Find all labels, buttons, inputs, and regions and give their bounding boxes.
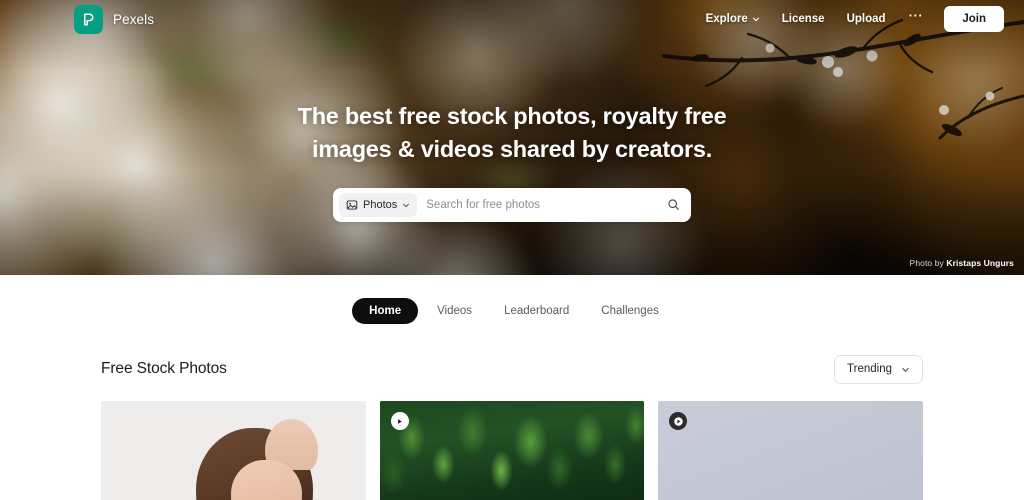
photo-credit-prefix: Photo by bbox=[909, 258, 947, 268]
photo-credit[interactable]: Photo by Kristaps Ungurs bbox=[910, 258, 1014, 268]
play-icon[interactable] bbox=[669, 412, 688, 430]
thumbnail-image bbox=[101, 401, 366, 500]
tab-home[interactable]: Home bbox=[352, 298, 419, 324]
pexels-logo-icon bbox=[74, 4, 103, 34]
tab-videos[interactable]: Videos bbox=[424, 298, 485, 324]
hero-title-line-2: images & videos shared by creators. bbox=[311, 136, 713, 163]
section-header: Free Stock Photos Trending bbox=[0, 347, 1024, 391]
tab-leaderboard[interactable]: Leaderboard bbox=[491, 298, 582, 324]
sort-select-label: Trending bbox=[847, 363, 892, 375]
play-icon[interactable] bbox=[390, 412, 409, 430]
photo-credit-author: Kristaps Ungurs bbox=[946, 258, 1014, 268]
hero-banner: Pexels Explore License Upload ··· Join T… bbox=[0, 0, 1024, 275]
site-header: Pexels Explore License Upload ··· Join bbox=[0, 0, 1024, 38]
sort-select[interactable]: Trending bbox=[834, 354, 923, 384]
nav-item-label: Upload bbox=[846, 13, 886, 25]
search-bar: Photos bbox=[333, 187, 691, 222]
ellipsis-icon[interactable]: ··· bbox=[897, 9, 936, 29]
thumbnail-image bbox=[379, 401, 645, 500]
hero-title-line-1: The best free stock photos, royalty free bbox=[297, 103, 727, 129]
nav-item-upload[interactable]: Upload bbox=[836, 7, 897, 31]
search-type-label: Photos bbox=[363, 198, 398, 211]
primary-nav: Explore License Upload ··· Join bbox=[695, 6, 1004, 32]
grid-item-video-placeholder[interactable] bbox=[658, 401, 924, 500]
grid-item-video-aerial-forest[interactable] bbox=[379, 401, 645, 500]
chevron-down-icon bbox=[902, 367, 909, 372]
photo-grid bbox=[0, 391, 1024, 500]
brand-logo[interactable]: Pexels bbox=[74, 4, 155, 34]
chevron-down-icon bbox=[752, 17, 759, 22]
search-type-select[interactable]: Photos bbox=[339, 192, 418, 217]
search-icon bbox=[667, 199, 679, 211]
hero-content: The best free stock photos, royalty free… bbox=[0, 0, 1024, 275]
tab-challenges[interactable]: Challenges bbox=[588, 298, 672, 324]
chevron-down-icon bbox=[403, 203, 410, 207]
nav-item-license[interactable]: License bbox=[771, 7, 836, 31]
brand-name: Pexels bbox=[113, 11, 155, 27]
grid-item-photo-portrait[interactable] bbox=[101, 401, 366, 500]
nav-item-explore[interactable]: Explore bbox=[695, 7, 771, 31]
section-title: Free Stock Photos bbox=[101, 360, 227, 377]
thumbnail-placeholder bbox=[658, 401, 924, 500]
search-submit-button[interactable] bbox=[660, 192, 686, 218]
nav-item-label: Explore bbox=[705, 13, 748, 25]
join-button[interactable]: Join bbox=[944, 6, 1004, 32]
portrait-arm-shape bbox=[265, 419, 319, 471]
content-tabs: Home Videos Leaderboard Challenges bbox=[0, 275, 1024, 347]
page-title: The best free stock photos, royalty free… bbox=[162, 100, 862, 167]
search-input[interactable] bbox=[417, 187, 660, 222]
image-icon bbox=[346, 200, 358, 210]
nav-item-label: License bbox=[781, 13, 825, 25]
